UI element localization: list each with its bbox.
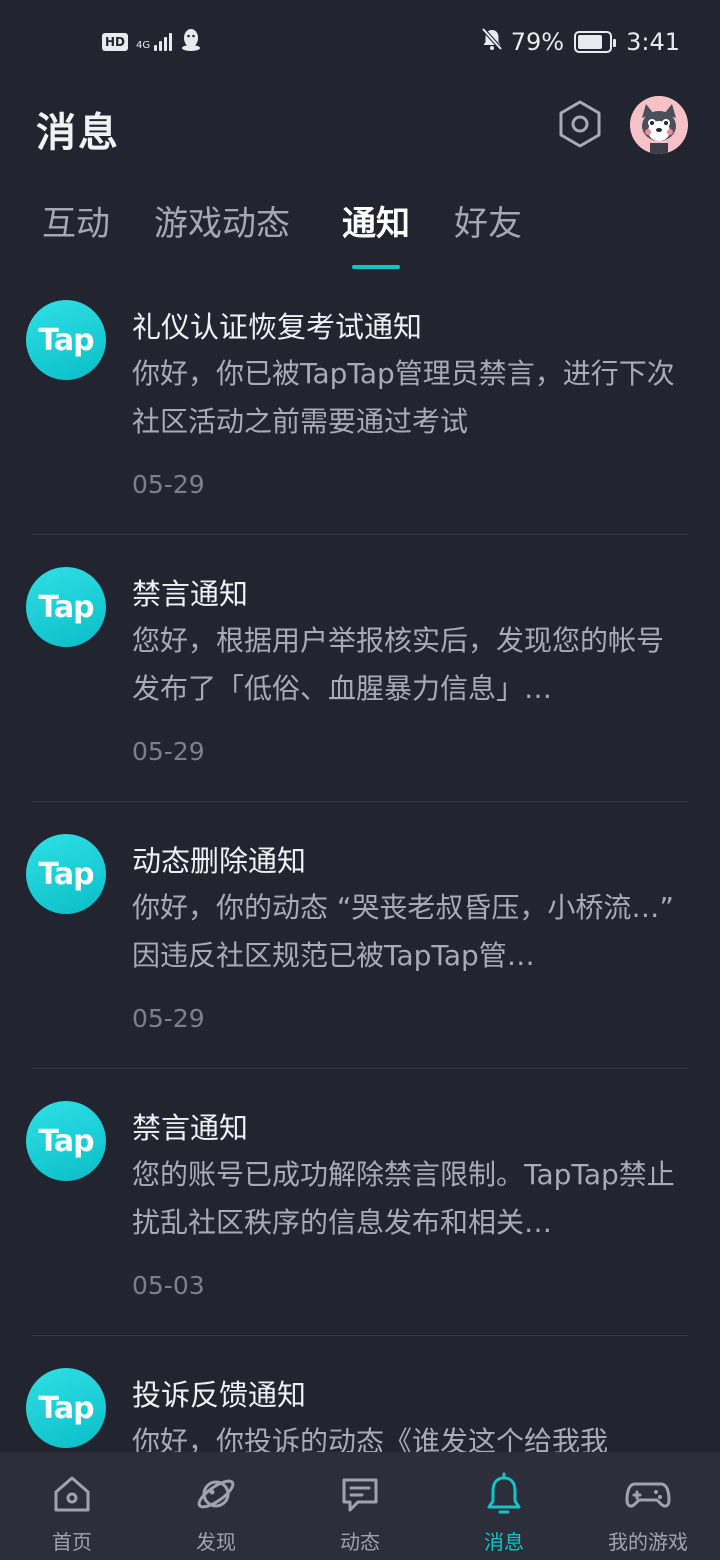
status-left: HD 4G bbox=[102, 28, 202, 56]
divider bbox=[32, 801, 688, 802]
nav-feed[interactable]: 动态 bbox=[288, 1452, 432, 1560]
notification-title: 动态删除通知 bbox=[132, 844, 307, 878]
battery-icon bbox=[574, 31, 617, 53]
notification-item[interactable]: Tap 禁言通知 您的账号已成功解除禁言限制。TapTap禁止扰乱社区秩序的信息… bbox=[0, 1093, 720, 1360]
nav-my-games[interactable]: 我的游戏 bbox=[576, 1452, 720, 1560]
taptap-logo: Tap bbox=[26, 300, 106, 380]
notification-title: 禁言通知 bbox=[132, 577, 249, 611]
nav-label: 我的游戏 bbox=[608, 1530, 688, 1554]
settings-button[interactable] bbox=[554, 98, 606, 150]
notification-title: 投诉反馈通知 bbox=[132, 1378, 307, 1412]
notification-title: 礼仪认证恢复考试通知 bbox=[132, 310, 423, 344]
qq-icon bbox=[180, 28, 202, 56]
tab-game-updates[interactable]: 游戏动态 bbox=[154, 196, 290, 245]
notification-item[interactable]: Tap 禁言通知 您好，根据用户举报核实后，发现您的帐号发布了「低俗、血腥暴力信… bbox=[0, 559, 720, 826]
nav-discover[interactable]: 发现 bbox=[144, 1452, 288, 1560]
notification-date: 05-29 bbox=[132, 1004, 205, 1033]
notification-item[interactable]: Tap 礼仪认证恢复考试通知 你好，你已被TapTap管理员禁言，进行下次社区活… bbox=[0, 292, 720, 559]
notification-list: Tap 礼仪认证恢复考试通知 你好，你已被TapTap管理员禁言，进行下次社区活… bbox=[0, 292, 720, 1560]
active-tab-indicator bbox=[352, 265, 400, 269]
avatar[interactable] bbox=[630, 96, 688, 154]
notification-body: 你好，你已被TapTap管理员禁言，进行下次社区活动之前需要通过考试 bbox=[132, 357, 675, 438]
status-bar: HD 4G 79% 3:41 bbox=[0, 0, 720, 84]
bottom-nav: 首页 发现 动态 消息 我的游戏 bbox=[0, 1452, 720, 1560]
divider bbox=[32, 534, 688, 535]
taptap-logo: Tap bbox=[26, 834, 106, 914]
header: 消息 bbox=[0, 92, 720, 162]
tab-notifications[interactable]: 通知 bbox=[342, 196, 410, 245]
signal-icon: 4G bbox=[136, 33, 173, 51]
nav-messages[interactable]: 消息 bbox=[432, 1452, 576, 1560]
gamepad-icon bbox=[624, 1470, 672, 1518]
battery-percent: 79% bbox=[510, 28, 565, 56]
hd-badge: HD bbox=[102, 33, 129, 51]
nav-home[interactable]: 首页 bbox=[0, 1452, 144, 1560]
tab-interaction[interactable]: 互动 bbox=[42, 196, 110, 245]
notification-date: 05-29 bbox=[132, 470, 205, 499]
taptap-logo: Tap bbox=[26, 1101, 106, 1181]
planet-icon bbox=[192, 1470, 240, 1518]
notification-item[interactable]: Tap 动态删除通知 你好，你的动态 “哭丧老叔昏压，小桥流…” 因违反社区规范… bbox=[0, 826, 720, 1093]
notification-date: 05-03 bbox=[132, 1271, 205, 1300]
nav-label: 动态 bbox=[340, 1530, 380, 1554]
screen: HD 4G 79% 3:41 消息 互动 游戏动态 通知 好友 Tap 礼仪认证… bbox=[0, 0, 720, 1560]
notification-date: 05-29 bbox=[132, 737, 205, 766]
taptap-logo: Tap bbox=[26, 1368, 106, 1448]
tab-friends[interactable]: 好友 bbox=[454, 196, 522, 245]
chat-icon bbox=[336, 1470, 384, 1518]
taptap-logo: Tap bbox=[26, 567, 106, 647]
divider bbox=[32, 1335, 688, 1336]
notification-title: 禁言通知 bbox=[132, 1111, 249, 1145]
notification-body: 你好，你的动态 “哭丧老叔昏压，小桥流…” 因违反社区规范已被TapTap管… bbox=[132, 891, 674, 972]
settings-icon bbox=[559, 100, 601, 148]
network-type: 4G bbox=[136, 40, 151, 51]
bell-icon bbox=[480, 1470, 528, 1518]
clock: 3:41 bbox=[626, 28, 680, 56]
notification-body: 您的账号已成功解除禁言限制。TapTap禁止扰乱社区秩序的信息发布和相关… bbox=[132, 1158, 675, 1239]
status-right: 79% 3:41 bbox=[479, 26, 680, 58]
nav-label: 消息 bbox=[484, 1530, 524, 1554]
page-title: 消息 bbox=[36, 110, 120, 156]
home-icon bbox=[48, 1470, 96, 1518]
nav-label: 发现 bbox=[196, 1530, 236, 1554]
tab-bar: 互动 游戏动态 通知 好友 bbox=[0, 196, 720, 276]
mute-bell-icon bbox=[479, 26, 505, 58]
notification-body: 您好，根据用户举报核实后，发现您的帐号发布了「低俗、血腥暴力信息」… bbox=[132, 624, 665, 705]
divider bbox=[32, 1068, 688, 1069]
nav-label: 首页 bbox=[52, 1530, 92, 1554]
